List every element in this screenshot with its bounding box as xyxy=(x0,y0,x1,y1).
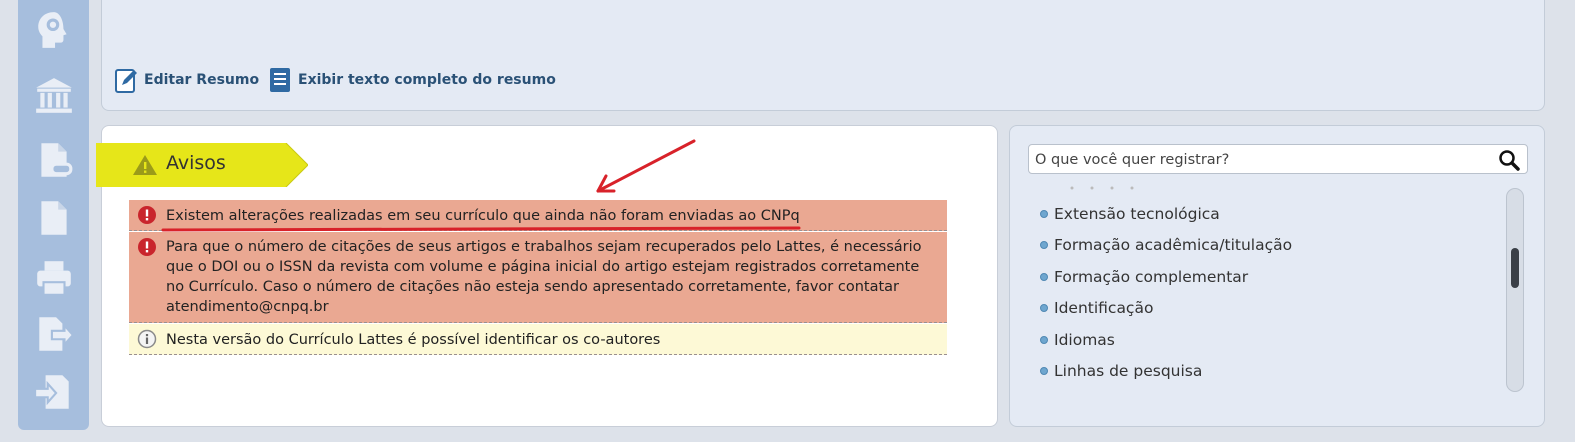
register-scrollbar[interactable] xyxy=(1506,188,1524,392)
register-item-linhas-de-pesquisa[interactable]: Linhas de pesquisa xyxy=(1040,359,1202,383)
error-icon xyxy=(138,206,156,224)
register-item-label: Formação acadêmica/titulação xyxy=(1054,236,1293,254)
register-item-label: Linhas de pesquisa xyxy=(1054,362,1203,380)
scroll-thumb[interactable] xyxy=(1511,248,1519,288)
register-item-extensao-tecnologica[interactable]: Extensão tecnológica xyxy=(1040,202,1220,226)
edit-summary-label: Editar Resumo xyxy=(144,72,260,88)
aviso-text: Existem alterações realizadas em seu cur… xyxy=(166,208,800,224)
aviso-email-link[interactable]: atendimento@cnpq.br xyxy=(166,297,939,317)
register-search-input[interactable] xyxy=(1035,149,1485,171)
aviso-text: Nesta versão do Currículo Lattes é possí… xyxy=(166,332,661,348)
document-link-icon[interactable] xyxy=(32,138,76,182)
bullet-icon xyxy=(1040,210,1048,218)
document-icon xyxy=(270,68,290,92)
fade-dots xyxy=(1070,186,1134,190)
export-icon[interactable] xyxy=(32,312,76,356)
aviso-item: Nesta versão do Currículo Lattes é possí… xyxy=(129,324,947,355)
brain-head-icon[interactable] xyxy=(32,8,76,52)
aviso-text: Para que o número de citações de seus ar… xyxy=(166,237,939,317)
avisos-title: Avisos xyxy=(166,152,226,174)
aviso-item: Para que o número de citações de seus ar… xyxy=(129,232,947,323)
aviso-item: Existem alterações realizadas em seu cur… xyxy=(129,200,947,231)
register-item-label: Idiomas xyxy=(1054,331,1115,349)
import-icon[interactable] xyxy=(32,370,76,414)
error-icon xyxy=(138,238,156,256)
warning-icon xyxy=(133,155,157,175)
info-icon xyxy=(137,329,157,349)
bullet-icon xyxy=(1040,367,1048,375)
bullet-icon xyxy=(1040,273,1048,281)
left-rail xyxy=(18,0,89,430)
bullet-icon xyxy=(1040,336,1048,344)
aviso-text-line: no Currículo. Caso o número de citações … xyxy=(166,279,899,295)
search-icon[interactable] xyxy=(1497,148,1521,172)
register-item-label: Identificação xyxy=(1054,299,1154,317)
register-item-formacao-complementar[interactable]: Formação complementar xyxy=(1040,265,1248,289)
avisos-panel: Avisos Existem alterações realizadas em … xyxy=(96,125,998,427)
register-item-formacao-academica[interactable]: Formação acadêmica/titulação xyxy=(1040,233,1292,257)
show-full-summary-button[interactable]: Exibir texto completo do resumo xyxy=(268,66,556,94)
register-item-label: Extensão tecnológica xyxy=(1054,205,1220,223)
register-panel: Extensão tecnológica Formação acadêmica/… xyxy=(1009,125,1545,427)
register-item-identificacao[interactable]: Identificação xyxy=(1040,296,1153,320)
aviso-text-line: que o DOI ou o ISSN da revista com volum… xyxy=(166,259,920,275)
register-search-box xyxy=(1028,144,1528,174)
blank-page-icon[interactable] xyxy=(32,196,76,240)
printer-icon[interactable] xyxy=(32,256,76,300)
institution-icon[interactable] xyxy=(32,74,76,118)
aviso-text-line: Para que o número de citações de seus ar… xyxy=(166,239,922,255)
show-full-summary-label: Exibir texto completo do resumo xyxy=(298,72,556,88)
summary-panel: Editar Resumo Exibir texto completo do r… xyxy=(101,0,1545,111)
edit-summary-button[interactable]: Editar Resumo xyxy=(114,66,259,94)
edit-icon xyxy=(115,69,137,93)
register-item-label: Formação complementar xyxy=(1054,268,1249,286)
register-item-idiomas[interactable]: Idiomas xyxy=(1040,328,1115,352)
avisos-banner: Avisos xyxy=(96,143,308,187)
bullet-icon xyxy=(1040,241,1048,249)
bullet-icon xyxy=(1040,304,1048,312)
